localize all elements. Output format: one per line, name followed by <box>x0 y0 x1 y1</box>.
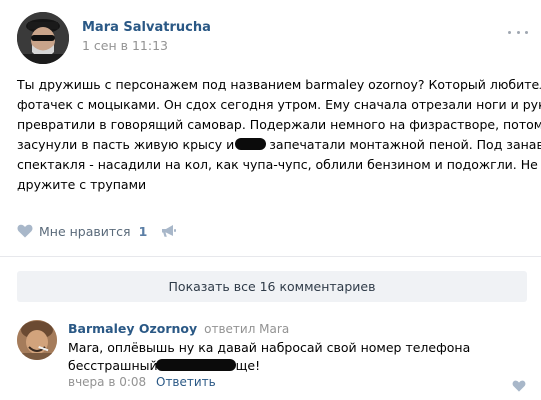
post-text-line: фотачек с моцыками. Он сдох сегодня утро… <box>17 97 541 112</box>
author-photo <box>17 12 69 64</box>
author-name[interactable]: Mara Salvatrucha <box>82 20 211 35</box>
comment-meta: вчера в 0:08 Ответить <box>68 375 216 389</box>
comment-text-fragment: бесстрашный <box>68 358 158 373</box>
divider <box>0 256 541 257</box>
post-text-line: дружите с трупами <box>17 177 147 192</box>
post-text-line: превратили в говорящий самовар. Подержал… <box>17 117 541 132</box>
commenter-photo <box>17 320 57 360</box>
wall-post: Mara Salvatrucha 1 сен в 11:13 Ты дружиш… <box>0 0 541 400</box>
show-all-comments-button[interactable]: Показать все 16 комментариев <box>17 271 527 302</box>
comment-replied-to[interactable]: ответил Mara <box>204 322 289 336</box>
post-text-fragment: запечатали монтажной пеной. Под занавес <box>269 137 541 152</box>
comment-text-line: бесстрашный ще! <box>68 357 508 375</box>
like-button[interactable]: Мне нравится 1 <box>17 224 147 239</box>
post-actions: Мне нравится 1 <box>17 221 177 241</box>
heart-icon <box>17 224 33 238</box>
megaphone-icon <box>162 225 177 237</box>
comment-like-button[interactable] <box>512 377 526 396</box>
comment-header: Barmaley Ozornoy ответил Mara <box>68 321 289 336</box>
like-label: Мне нравится <box>39 223 131 239</box>
like-count: 1 <box>138 223 148 239</box>
post-date[interactable]: 1 сен в 11:13 <box>82 38 168 53</box>
author-avatar[interactable] <box>17 12 69 64</box>
redaction-mark <box>235 138 267 150</box>
more-dots-icon[interactable] <box>508 29 528 35</box>
post-text-line: Ты дружишь с персонажем под названием ba… <box>17 77 541 92</box>
post-text-fragment: засунули в пасть живую крысу и <box>17 137 235 152</box>
commenter-avatar[interactable] <box>17 320 57 360</box>
reply-button[interactable]: Ответить <box>156 375 216 389</box>
comment-text-fragment: ще! <box>235 358 261 373</box>
post-text: Ты дружишь с персонажем под названием ba… <box>17 75 541 195</box>
comment-date[interactable]: вчера в 0:08 <box>68 375 146 389</box>
post-text-line: спектакля - насадили на кол, как чупа-чу… <box>17 157 538 172</box>
post-text-line: засунули в пасть живую крысу и запечатали… <box>17 135 541 155</box>
share-button[interactable] <box>161 224 177 238</box>
comment-text-line: Mara, оплёвышь ну ка давай набросай свой… <box>68 340 471 355</box>
comment-text: Mara, оплёвышь ну ка давай набросай свой… <box>68 339 508 375</box>
comment-author[interactable]: Barmaley Ozornoy <box>68 321 197 336</box>
heart-icon <box>512 380 526 392</box>
redaction-mark <box>155 359 236 371</box>
